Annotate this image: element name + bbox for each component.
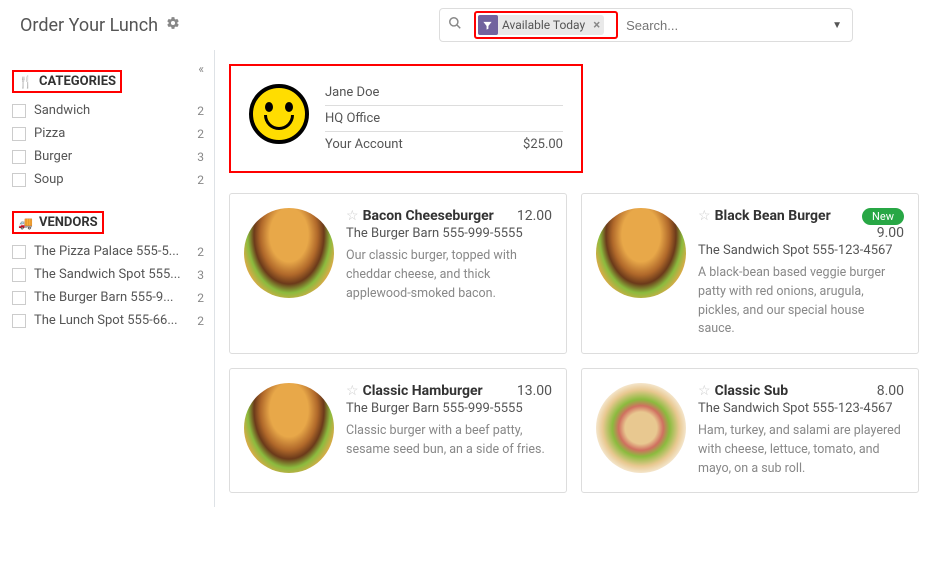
product-price: 8.00	[877, 383, 904, 399]
product-image	[596, 383, 686, 473]
vendors-heading: 🚚 VENDORS	[12, 211, 104, 234]
cutlery-icon: 🍴	[18, 75, 33, 89]
search-bar[interactable]: Available Today × ▼	[439, 8, 853, 42]
user-avatar	[249, 84, 309, 144]
favorite-star-icon[interactable]: ☆	[698, 208, 711, 224]
product-vendor: The Sandwich Spot 555-123-4567	[698, 401, 904, 416]
account-label: Your Account	[325, 137, 403, 152]
category-label: Sandwich	[34, 103, 197, 118]
categories-label: CATEGORIES	[39, 74, 116, 89]
vendor-label: The Lunch Spot 555-66...	[34, 313, 197, 328]
filter-chip[interactable]: Available Today ×	[478, 15, 604, 35]
user-name: Jane Doe	[325, 85, 379, 100]
favorite-star-icon[interactable]: ☆	[346, 383, 359, 399]
product-vendor: The Burger Barn 555-999-5555	[346, 401, 552, 416]
category-label: Soup	[34, 172, 197, 187]
header: Order Your Lunch Available Today × ▼	[0, 0, 933, 50]
gear-icon[interactable]	[166, 16, 180, 34]
product-description: A black-bean based veggie burger patty w…	[698, 264, 904, 339]
product-image	[596, 208, 686, 298]
product-card[interactable]: ☆Bacon Cheeseburger 12.00 The Burger Barn…	[229, 193, 567, 354]
vendors-list: The Pizza Palace 555-5...2 The Sandwich …	[12, 240, 204, 332]
product-description: Ham, turkey, and salami are playered wit…	[698, 422, 904, 478]
filter-label: Available Today	[502, 18, 585, 32]
category-item[interactable]: Sandwich2	[12, 99, 204, 122]
category-count: 2	[197, 104, 204, 118]
checkbox[interactable]	[12, 127, 26, 141]
search-input[interactable]	[622, 14, 822, 37]
filter-chip-highlight: Available Today ×	[474, 11, 618, 39]
checkbox[interactable]	[12, 173, 26, 187]
product-name: Bacon Cheeseburger	[363, 208, 494, 224]
product-price: 9.00	[698, 225, 904, 241]
filter-icon	[478, 15, 498, 35]
vendor-count: 2	[197, 291, 204, 305]
product-description: Classic burger with a beef patty, sesame…	[346, 422, 552, 460]
checkbox[interactable]	[12, 150, 26, 164]
product-image	[244, 383, 334, 473]
category-item[interactable]: Burger3	[12, 145, 204, 168]
category-item[interactable]: Soup2	[12, 168, 204, 191]
category-item[interactable]: Pizza2	[12, 122, 204, 145]
category-label: Pizza	[34, 126, 197, 141]
checkbox[interactable]	[12, 268, 26, 282]
sidebar: « 🍴 CATEGORIES Sandwich2 Pizza2 Burger3 …	[0, 50, 215, 507]
filter-close-icon[interactable]: ×	[589, 18, 604, 33]
vendor-item[interactable]: The Sandwich Spot 555...3	[12, 263, 204, 286]
search-dropdown-caret[interactable]: ▼	[822, 20, 852, 31]
category-count: 2	[197, 173, 204, 187]
product-grid: ☆Bacon Cheeseburger12.00 The Burger Barn…	[229, 193, 919, 493]
favorite-star-icon[interactable]: ☆	[346, 208, 359, 224]
vendor-count: 2	[197, 245, 204, 259]
vendors-label: VENDORS	[39, 215, 98, 230]
product-name: Black Bean Burger	[715, 208, 831, 224]
favorite-star-icon[interactable]: ☆	[698, 383, 711, 399]
vendor-label: The Burger Barn 555-9...	[34, 290, 197, 305]
product-card[interactable]: ☆Classic Hamburger 13.00 The Burger Barn …	[229, 368, 567, 493]
main-content: Jane Doe HQ Office Your Account$25.00 ☆B…	[215, 50, 933, 507]
user-name-row: Jane Doe	[325, 80, 563, 106]
vendor-label: The Pizza Palace 555-5...	[34, 244, 197, 259]
checkbox[interactable]	[12, 314, 26, 328]
product-name: Classic Sub	[715, 383, 789, 399]
product-price: 12.00	[517, 208, 552, 224]
search-icon	[448, 16, 462, 34]
account-balance: $25.00	[523, 137, 563, 152]
new-badge: New	[862, 208, 904, 225]
product-name: Classic Hamburger	[363, 383, 483, 399]
categories-list: Sandwich2 Pizza2 Burger3 Soup2	[12, 99, 204, 191]
product-description: Our classic burger, topped with cheddar …	[346, 247, 552, 303]
user-location: HQ Office	[325, 111, 380, 126]
vendor-item[interactable]: The Burger Barn 555-9...2	[12, 286, 204, 309]
product-price: 13.00	[517, 383, 552, 399]
checkbox[interactable]	[12, 291, 26, 305]
vendor-count: 2	[197, 314, 204, 328]
user-location-row: HQ Office	[325, 106, 563, 132]
checkbox[interactable]	[12, 104, 26, 118]
product-vendor: The Sandwich Spot 555-123-4567	[698, 243, 904, 258]
truck-icon: 🚚	[18, 216, 33, 230]
user-summary-card: Jane Doe HQ Office Your Account $25.00	[229, 64, 583, 173]
vendor-count: 3	[197, 268, 204, 282]
product-image	[244, 208, 334, 298]
category-count: 3	[197, 150, 204, 164]
vendor-item[interactable]: The Pizza Palace 555-5...2	[12, 240, 204, 263]
product-vendor: The Burger Barn 555-999-5555	[346, 226, 552, 241]
vendor-label: The Sandwich Spot 555...	[34, 267, 197, 282]
product-card[interactable]: ☆Classic Sub 8.00 The Sandwich Spot 555-1…	[581, 368, 919, 493]
user-account-row: Your Account $25.00	[325, 132, 563, 157]
categories-heading: 🍴 CATEGORIES	[12, 70, 122, 93]
user-info: Jane Doe HQ Office Your Account $25.00	[325, 80, 563, 157]
category-count: 2	[197, 127, 204, 141]
category-label: Burger	[34, 149, 197, 164]
checkbox[interactable]	[12, 245, 26, 259]
sidebar-collapse-icon[interactable]: «	[198, 62, 204, 76]
vendor-item[interactable]: The Lunch Spot 555-66...2	[12, 309, 204, 332]
product-card[interactable]: ☆Black Bean Burger New 9.00 The Sandwich …	[581, 193, 919, 354]
page-title: Order Your Lunch	[20, 15, 158, 36]
